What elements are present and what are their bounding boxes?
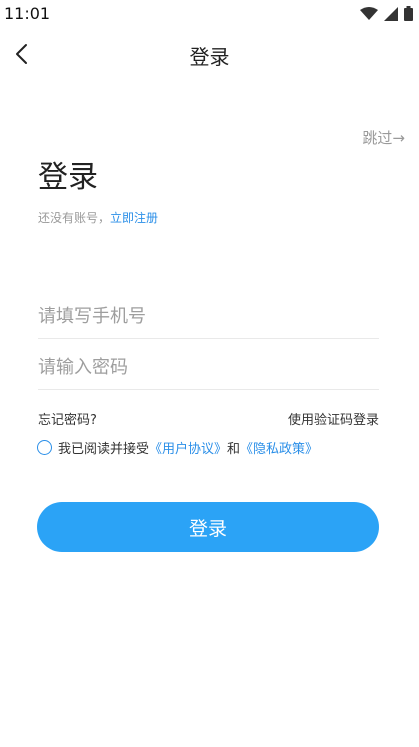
agreement-checkbox[interactable]: [37, 440, 52, 455]
status-time: 11:01: [4, 4, 51, 23]
status-icons: [360, 6, 413, 21]
password-input[interactable]: [38, 345, 379, 389]
page-title: 登录: [38, 160, 98, 195]
sms-login-link[interactable]: 使用验证码登录: [288, 409, 379, 428]
agreement-conjunction: 和: [227, 442, 241, 457]
status-bar: 11:01: [0, 0, 419, 28]
privacy-policy-link[interactable]: 《隐私政策》: [240, 438, 318, 457]
nav-bar: 登录: [0, 30, 419, 76]
user-agreement-link[interactable]: 《用户协议》: [149, 438, 227, 457]
nav-title: 登录: [189, 45, 230, 69]
forgot-password-link[interactable]: 忘记密码?: [38, 409, 97, 428]
password-field: [38, 345, 379, 390]
agreement-prefix: 我已阅读并接受: [58, 442, 150, 457]
phone-input[interactable]: [38, 294, 379, 338]
skip-link[interactable]: 跳过→: [362, 127, 405, 148]
register-prompt: 还没有账号，立即注册: [38, 209, 158, 226]
wifi-icon: [360, 6, 378, 20]
cellular-signal-icon: [384, 6, 398, 21]
phone-field: [38, 294, 379, 339]
login-button[interactable]: 登录: [37, 502, 379, 552]
register-link[interactable]: 立即注册: [110, 211, 158, 225]
no-account-text: 还没有账号，: [38, 211, 111, 225]
battery-icon: [404, 6, 413, 21]
agreement-row: 我已阅读并接受 《用户协议》 和 《隐私政策》: [37, 438, 318, 457]
